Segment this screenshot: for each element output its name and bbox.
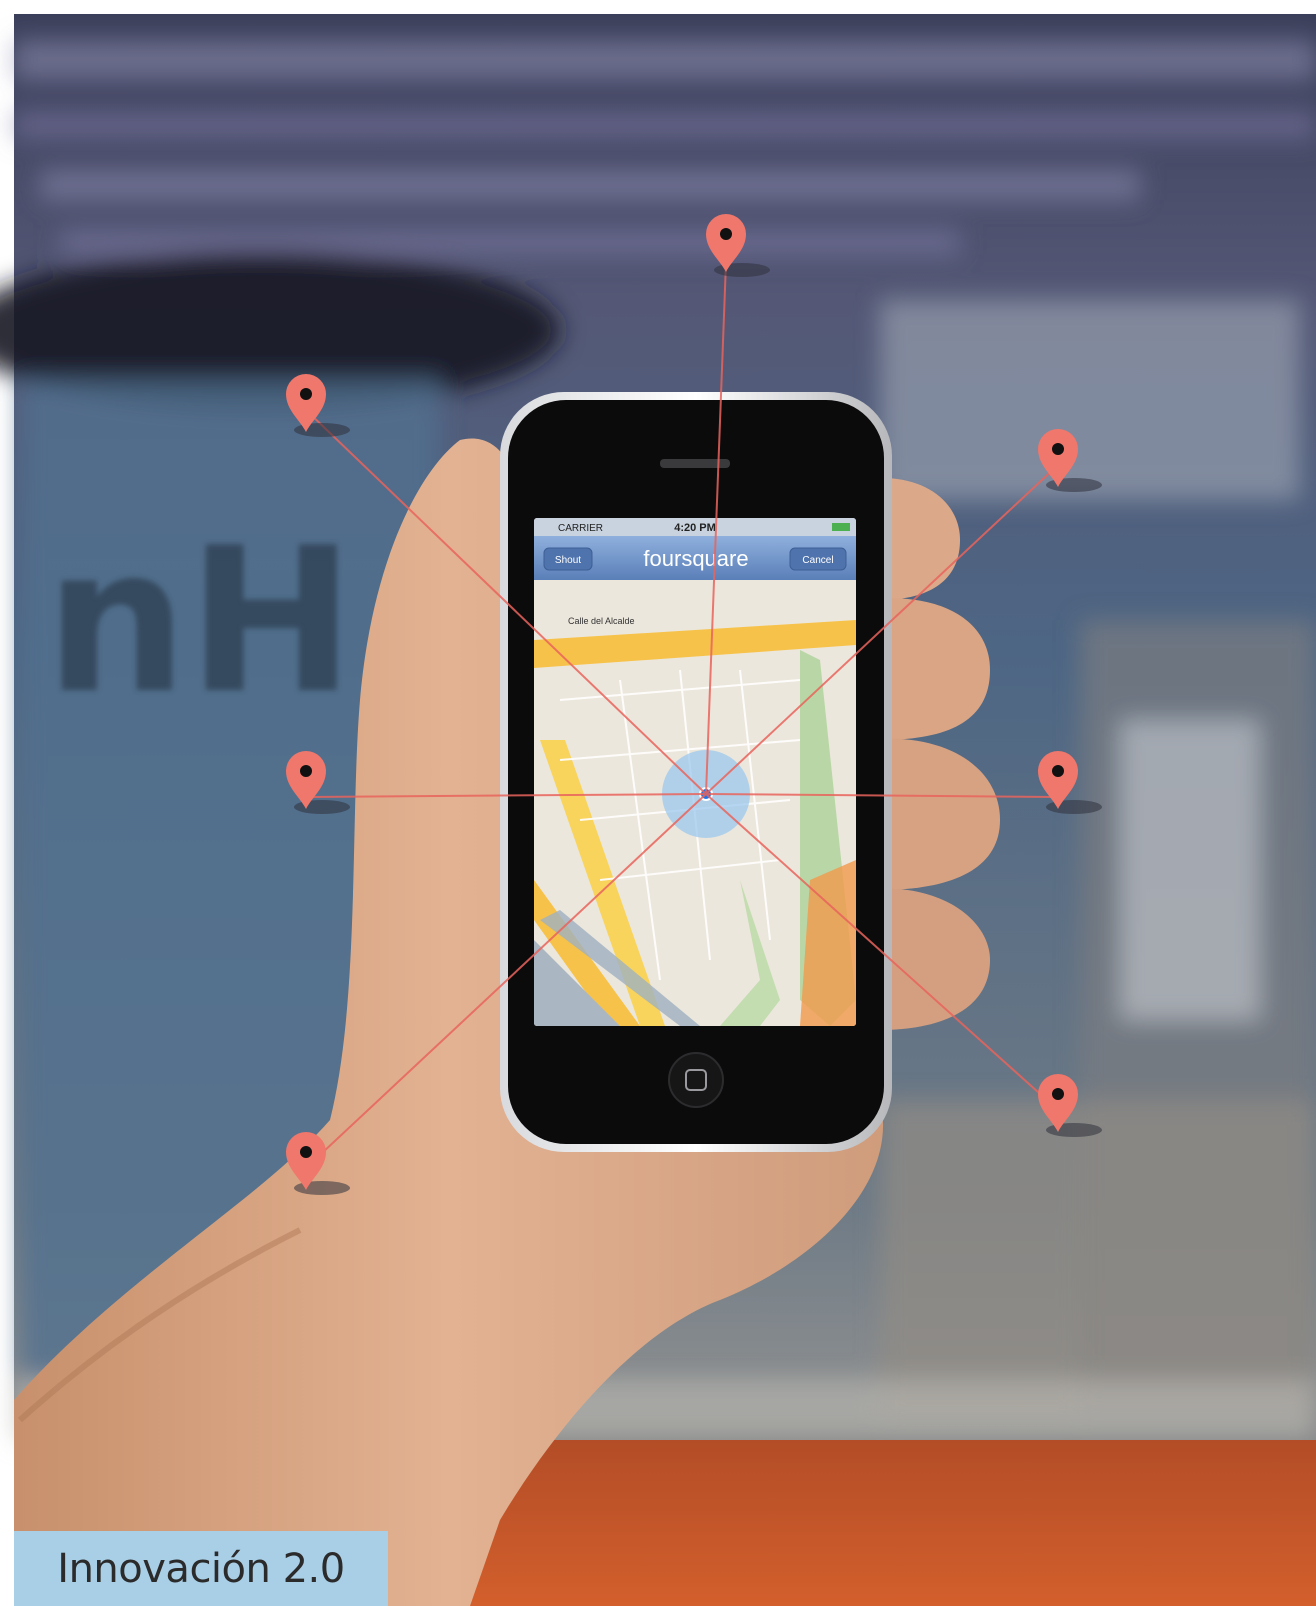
shout-button-label: Shout [555,555,581,566]
battery-icon [832,523,850,531]
home-button[interactable] [668,1052,724,1108]
hotel-logo-text: nH [45,505,355,738]
app-title: foursquare [643,546,748,571]
street-label: Calle del Alcalde [568,616,635,626]
clock-label: 4:20 PM [674,522,716,534]
phone-screen: Calle del Alcalde CARRIER 4:20 PM Shout … [534,518,856,1026]
photo-scene: nH Calle del Alcalde CARRIER 4:20 PM Sho… [0,14,1316,1606]
cancel-button-label: Cancel [802,555,833,566]
carrier-label: CARRIER [558,523,603,534]
section-caption: Innovación 2.0 [14,1531,388,1606]
